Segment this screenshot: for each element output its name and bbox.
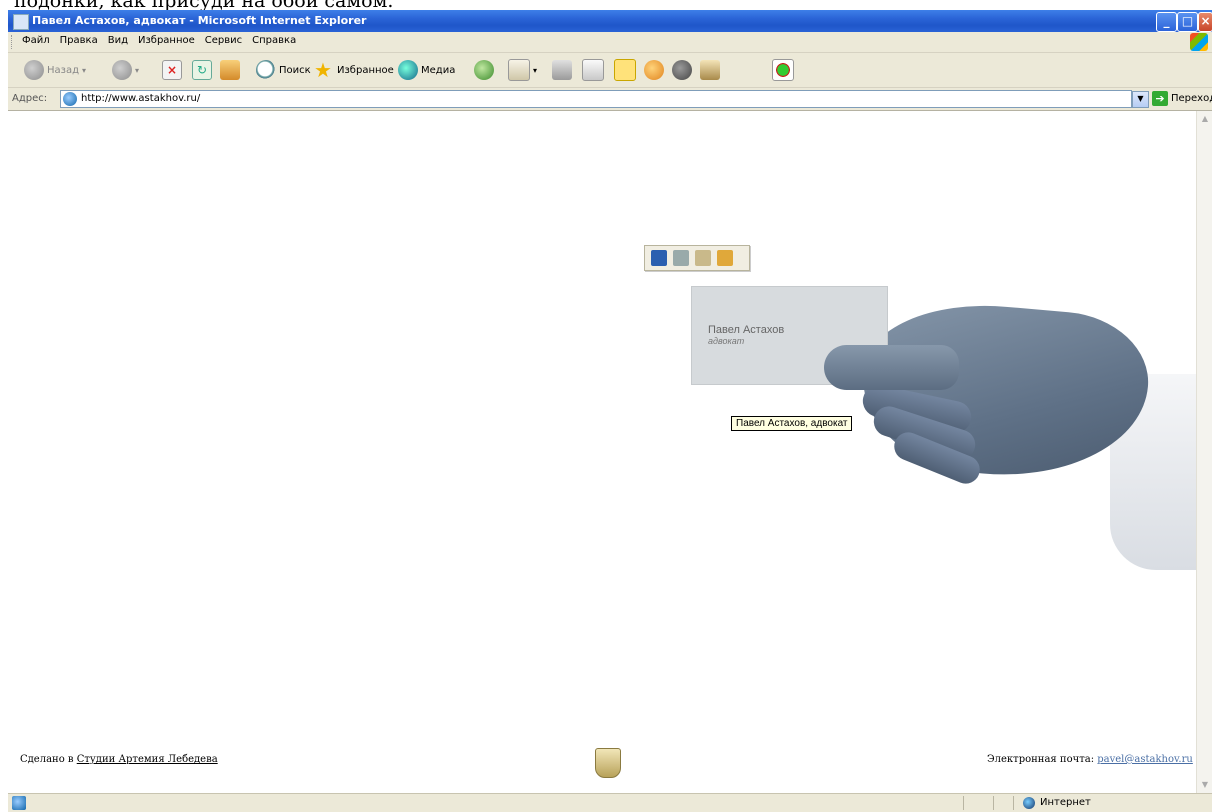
favorites-label: Избранное <box>337 64 394 76</box>
icq-flower-icon[interactable] <box>772 59 794 81</box>
menu-help[interactable]: Справка <box>252 35 296 46</box>
forward-arrow-icon <box>112 60 132 80</box>
menu-tools[interactable]: Сервис <box>205 35 242 46</box>
email-link[interactable]: pavel@astakhov.ru <box>1097 754 1193 765</box>
menu-grip <box>11 35 15 49</box>
edit-icon[interactable] <box>582 59 604 81</box>
go-button-label[interactable]: Переход <box>1171 93 1212 104</box>
status-separator <box>993 796 994 810</box>
email-label: Электронная почта: <box>987 754 1098 765</box>
back-arrow-icon <box>24 60 44 80</box>
forward-button[interactable]: ▾ <box>112 59 139 81</box>
menu-view[interactable]: Вид <box>108 35 128 46</box>
status-bar: Интернет <box>8 793 1212 812</box>
status-separator <box>963 796 964 810</box>
address-label: Адрес: <box>12 93 48 104</box>
media-button[interactable]: Медиа <box>398 59 455 81</box>
page-icon <box>63 92 77 106</box>
back-label: Назад <box>47 64 80 76</box>
footer-email: Электронная почта: pavel@astakhov.ru <box>987 754 1193 765</box>
window-title: Павел Астахов, адвокат - Microsoft Inter… <box>32 14 367 27</box>
go-arrow-icon[interactable]: ➔ <box>1152 91 1168 106</box>
menu-favorites[interactable]: Избранное <box>138 35 195 46</box>
print-image-icon[interactable] <box>673 250 689 266</box>
status-separator <box>1013 796 1014 810</box>
image-toolbar <box>644 245 750 271</box>
footer-credit: Сделано в Студии Артемия Лебедева <box>20 754 218 765</box>
menu-edit[interactable]: Правка <box>60 35 98 46</box>
ie-window-icon[interactable] <box>13 14 29 30</box>
studio-link[interactable]: Студии Артемия Лебедева <box>77 754 218 765</box>
mail-icon[interactable] <box>508 59 530 81</box>
address-bar: Адрес: http://www.astakhov.ru/ ▼ ➔ Перех… <box>8 88 1212 111</box>
windows-logo-icon <box>1190 33 1208 51</box>
my-pictures-icon[interactable] <box>717 250 733 266</box>
security-zone-label: Интернет <box>1040 797 1091 808</box>
search-label: Поиск <box>279 64 311 76</box>
refresh-icon[interactable]: ↻ <box>192 60 212 80</box>
forward-dropdown-icon[interactable]: ▾ <box>135 66 139 75</box>
messenger-icon[interactable] <box>672 60 692 80</box>
research-icon[interactable] <box>644 60 664 80</box>
card-name: Павел Астахов <box>708 324 785 336</box>
encyclopedia-icon[interactable] <box>700 60 720 80</box>
above-window-text: подонки, как присуди на обои самом. <box>14 0 393 10</box>
scroll-up-icon[interactable]: ▲ <box>1198 112 1212 126</box>
home-icon[interactable] <box>220 60 240 80</box>
maximize-button[interactable]: □ <box>1177 12 1198 32</box>
vertical-scrollbar[interactable]: ▲ ▼ <box>1196 111 1212 793</box>
address-input[interactable]: http://www.astakhov.ru/ <box>60 90 1132 108</box>
close-button[interactable]: × <box>1198 12 1212 32</box>
card-role: адвокат <box>708 336 745 346</box>
standard-toolbar: Назад ▾ ▾ × ↻ Поиск ★ Избранное Медиа ▾ <box>8 53 1212 88</box>
menu-file[interactable]: Файл <box>22 35 50 46</box>
credit-prefix: Сделано в <box>20 754 77 765</box>
favorites-star-icon: ★ <box>314 58 332 82</box>
minimize-button[interactable]: _ <box>1156 12 1177 32</box>
title-bar: Павел Астахов, адвокат - Microsoft Inter… <box>8 10 1212 32</box>
search-icon <box>256 60 276 80</box>
print-icon[interactable] <box>552 60 572 80</box>
address-url[interactable]: http://www.astakhov.ru/ <box>81 93 200 104</box>
media-icon <box>398 60 418 80</box>
address-dropdown-icon[interactable]: ▼ <box>1132 91 1149 108</box>
stop-icon[interactable]: × <box>162 60 182 80</box>
page-top-strip: подонки, как присуди на обои самом. <box>0 0 1212 10</box>
mail-dropdown-icon[interactable]: ▾ <box>533 66 537 75</box>
internet-zone-icon <box>1023 797 1035 809</box>
back-button[interactable]: Назад ▾ <box>24 59 86 81</box>
scroll-down-icon[interactable]: ▼ <box>1198 778 1212 792</box>
menu-bar: Файл Правка Вид Избранное Сервис Справка <box>8 32 1212 53</box>
email-image-icon[interactable] <box>695 250 711 266</box>
card-tooltip: Павел Астахов, адвокат <box>731 416 853 431</box>
search-button[interactable]: Поиск <box>256 59 311 81</box>
crest-icon[interactable] <box>595 748 621 778</box>
media-label: Медиа <box>421 64 456 76</box>
save-image-icon[interactable] <box>651 250 667 266</box>
back-dropdown-icon[interactable]: ▾ <box>82 66 86 75</box>
favorites-button[interactable]: ★ Избранное <box>314 59 394 81</box>
hand-thumb <box>824 345 959 390</box>
history-icon[interactable] <box>474 60 494 80</box>
status-page-icon <box>12 796 26 810</box>
discuss-icon[interactable] <box>614 59 636 81</box>
